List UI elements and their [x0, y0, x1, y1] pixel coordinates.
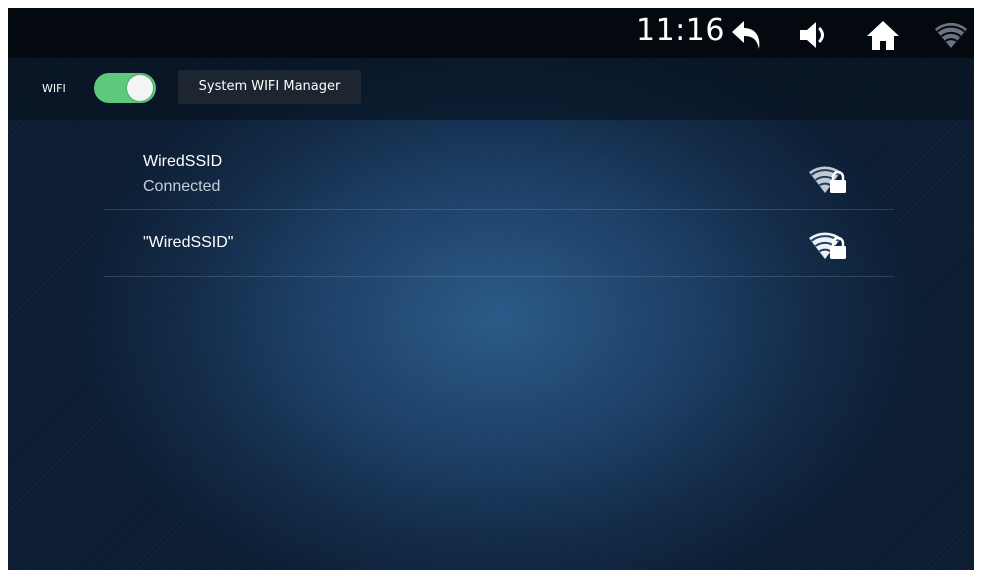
- device-screen: 11:16 WIFI System WIFI Manager WiredSSID…: [8, 8, 974, 570]
- toggle-knob: [127, 75, 153, 101]
- network-row-connected[interactable]: WiredSSID Connected: [104, 138, 894, 210]
- wifi-signal-icon: [934, 18, 968, 52]
- volume-icon[interactable]: [798, 18, 832, 52]
- network-ssid: WiredSSID: [143, 153, 223, 170]
- wifi-label: WIFI: [42, 82, 66, 95]
- wifi-lock-icon: [809, 163, 855, 195]
- clock: 11:16: [636, 13, 725, 48]
- system-wifi-manager-button[interactable]: System WIFI Manager: [178, 70, 361, 104]
- network-row[interactable]: "WiredSSID": [104, 210, 894, 277]
- wifi-header-bar: WIFI System WIFI Manager: [8, 58, 974, 120]
- network-list: WiredSSID Connected "WiredSSID": [104, 138, 894, 277]
- back-icon[interactable]: [730, 18, 764, 52]
- network-status: Connected: [143, 178, 221, 195]
- wifi-toggle[interactable]: [94, 73, 156, 103]
- home-icon[interactable]: [866, 18, 900, 52]
- network-ssid: "WiredSSID": [143, 234, 234, 251]
- status-bar: 11:16: [8, 8, 974, 58]
- wifi-lock-icon: [809, 229, 855, 261]
